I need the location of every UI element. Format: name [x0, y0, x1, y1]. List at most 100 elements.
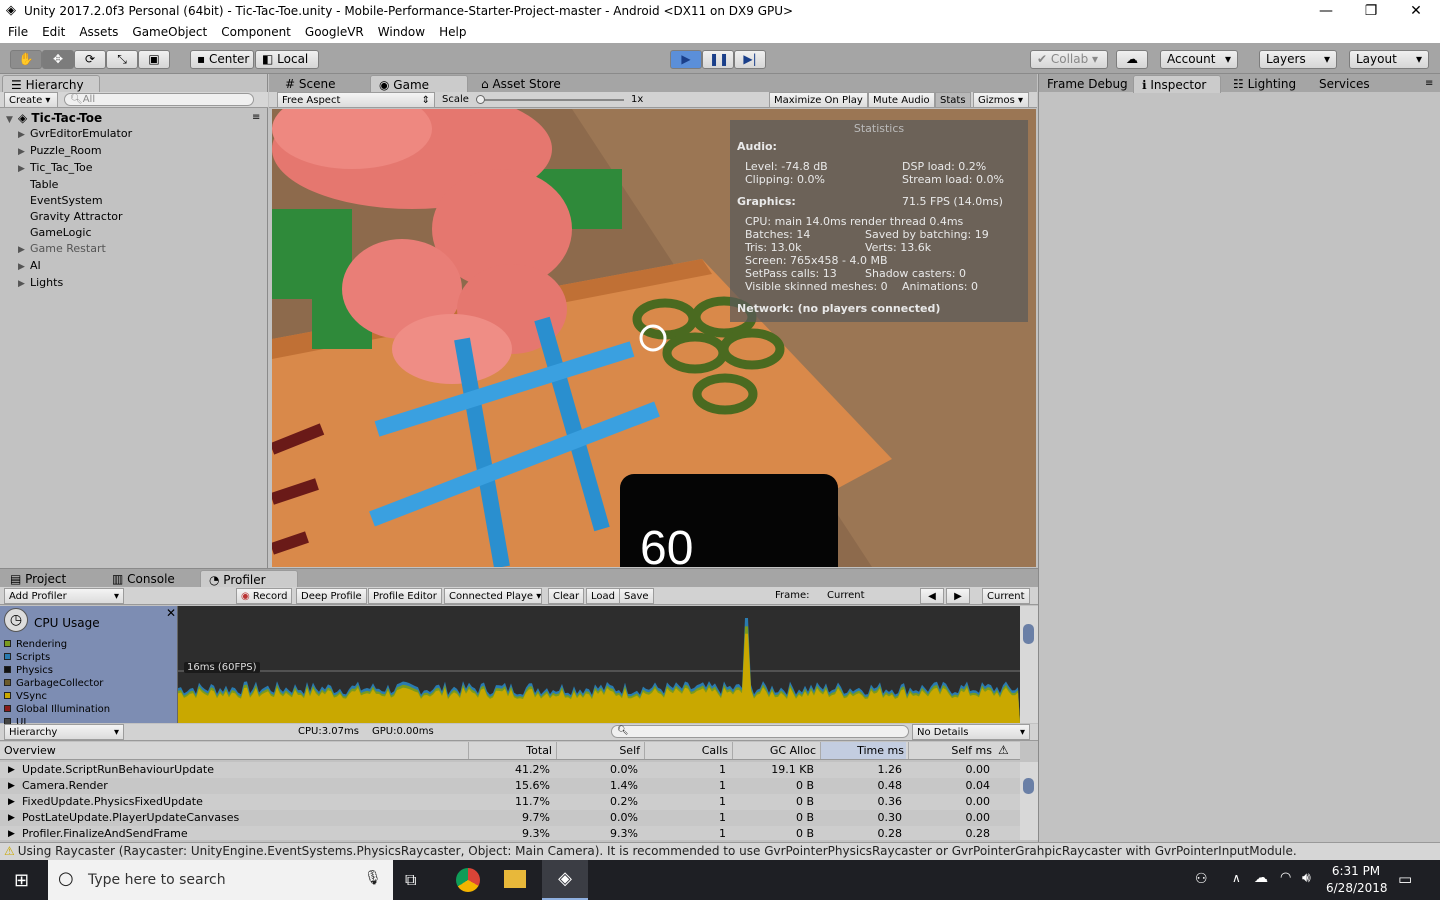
rows-scrollbar[interactable] [1020, 762, 1038, 840]
collab-button[interactable]: ✔ Collab ▾ [1030, 50, 1108, 69]
account-dropdown[interactable]: Account ▾ [1160, 50, 1238, 69]
add-profiler-dropdown[interactable]: Add Profiler ▾ [4, 588, 124, 604]
record-button[interactable]: ◉ Record [236, 588, 293, 604]
col-total[interactable]: Total [468, 742, 554, 759]
legend-item[interactable]: UI [0, 716, 178, 724]
tab-lighting[interactable]: ☷ Lighting [1225, 75, 1306, 93]
hierarchy-item[interactable]: GameLogic [18, 225, 132, 241]
file-explorer-icon[interactable] [504, 870, 526, 888]
warning-icon[interactable]: ⚠ [998, 742, 1009, 759]
clock[interactable]: 6:31 PM 6/28/2018 [1326, 863, 1388, 897]
people-icon[interactable]: ⚇ [1195, 871, 1208, 887]
hierarchy-item[interactable]: ▶ Game Restart [18, 241, 132, 258]
table-row[interactable]: ▶ FixedUpdate.PhysicsFixedUpdate 11.7% 0.2%… [0, 794, 1020, 810]
tab-services[interactable]: Services [1311, 75, 1380, 93]
hierarchy-item[interactable]: ▶ GvrEditorEmulator [18, 126, 132, 143]
expand-arrow-icon[interactable]: ▶ [8, 762, 15, 778]
microphone-icon[interactable]: 🎙︎ [364, 870, 382, 886]
hierarchy-item[interactable]: Table [18, 177, 132, 193]
menu-assets[interactable]: Assets [71, 23, 124, 39]
legend-item[interactable]: VSync [0, 690, 178, 703]
tab-inspector[interactable]: ℹ Inspector [1133, 75, 1221, 93]
hierarchy-search-input[interactable]: 🔍︎All [64, 93, 254, 106]
aspect-dropdown[interactable]: Free Aspect ⇕ [277, 92, 435, 108]
hierarchy-item[interactable]: Gravity Attractor [18, 209, 132, 225]
hierarchy-item[interactable]: ▶ AI [18, 258, 132, 275]
tab-project[interactable]: ▤ Project [2, 570, 76, 588]
menu-component[interactable]: Component [213, 23, 297, 39]
tab-asset-store[interactable]: ⌂ Asset Store [473, 75, 571, 93]
profile-editor-button[interactable]: Profile Editor [368, 588, 442, 604]
view-dropdown[interactable]: Hierarchy ▾ [4, 724, 124, 740]
load-button[interactable]: Load [586, 588, 620, 604]
menu-icon[interactable]: ≡ [252, 112, 260, 123]
col-overview[interactable]: Overview [4, 742, 56, 759]
play-button[interactable]: ▶ [670, 50, 702, 69]
col-gc-alloc[interactable]: GC Alloc [732, 742, 818, 759]
unity-taskbar-icon[interactable]: ◈ [542, 860, 588, 900]
maximize-button[interactable]: ❐ [1348, 0, 1394, 23]
stats-toggle[interactable]: Stats [935, 92, 971, 108]
pivot-local-button[interactable]: ◧ Local [255, 50, 319, 69]
create-dropdown[interactable]: Create ▾ [4, 92, 58, 108]
legend-item[interactable]: Physics [0, 664, 178, 677]
tab-hierarchy[interactable]: ☰ Hierarchy [2, 75, 100, 93]
pause-button[interactable]: ❚❚ [702, 50, 734, 69]
hand-tool-icon[interactable]: ✋ [10, 50, 42, 69]
connected-player-dropdown[interactable]: Connected Playe ▾ [444, 588, 542, 604]
cpu-graph[interactable]: 16ms (60FPS) [178, 606, 1020, 723]
tab-console[interactable]: ▥ Console [104, 570, 185, 588]
tab-scene[interactable]: # Scene [277, 75, 345, 93]
scale-slider-track[interactable] [479, 99, 624, 101]
pivot-center-button[interactable]: ▪ Center [190, 50, 254, 69]
cpu-usage-title[interactable]: CPU Usage [34, 616, 100, 630]
gizmos-dropdown[interactable]: Gizmos ▾ [973, 92, 1029, 108]
mute-audio-toggle[interactable]: Mute Audio [868, 92, 935, 108]
tab-game[interactable]: ◉ Game [370, 75, 468, 93]
rect-tool-icon[interactable]: ▣ [138, 50, 170, 69]
expand-arrow-icon[interactable]: ▶ [8, 794, 15, 810]
chevron-up-icon[interactable]: ∧ [1232, 871, 1241, 885]
close-icon[interactable]: ✕ [166, 606, 176, 620]
tab-profiler[interactable]: ◔ Profiler [200, 570, 298, 588]
status-bar[interactable]: ⚠ Using Raycaster (Raycaster: UnityEngine… [0, 842, 1440, 860]
menu-window[interactable]: Window [370, 23, 431, 39]
table-row[interactable]: ▶ PostLateUpdate.PlayerUpdateCanvases 9.7%… [0, 810, 1020, 826]
taskbar-search-box[interactable]: ○ Type here to search 🎙︎ [48, 860, 393, 900]
rotate-tool-icon[interactable]: ⟳ [74, 50, 106, 69]
layers-dropdown[interactable]: Layers ▾ [1259, 50, 1337, 69]
move-tool-icon[interactable]: ✥ [42, 50, 74, 69]
menu-file[interactable]: File [0, 23, 34, 39]
minimize-button[interactable]: — [1303, 0, 1349, 23]
clear-button[interactable]: Clear [548, 588, 585, 604]
network-icon[interactable]: ◠ [1280, 870, 1291, 885]
legend-item[interactable]: Rendering [0, 638, 178, 651]
onedrive-icon[interactable]: ☁ [1254, 870, 1268, 886]
profiler-search-input[interactable]: 🔍︎ [611, 725, 909, 738]
rows-scrollbar-thumb[interactable] [1023, 778, 1034, 794]
expand-arrow-icon[interactable]: ▶ [8, 826, 15, 840]
expand-arrow-icon[interactable]: ▶ [8, 810, 15, 826]
deep-profile-button[interactable]: Deep Profile [296, 588, 367, 604]
hierarchy-item[interactable]: ▶ Lights [18, 275, 132, 292]
maximize-on-play-toggle[interactable]: Maximize On Play [769, 92, 868, 108]
current-frame-button[interactable]: Current [982, 588, 1030, 604]
legend-item[interactable]: Scripts [0, 651, 178, 664]
menu-gameobject[interactable]: GameObject [124, 23, 213, 39]
legend-item[interactable]: GarbageCollector [0, 677, 178, 690]
windows-start-icon[interactable]: ⊞ [14, 870, 29, 891]
graph-scrollbar[interactable] [1020, 606, 1038, 723]
col-self[interactable]: Self [556, 742, 642, 759]
scale-slider-thumb[interactable] [476, 95, 485, 104]
col-calls[interactable]: Calls [644, 742, 730, 759]
close-button[interactable]: ✕ [1393, 0, 1439, 23]
table-row[interactable]: ▶ Camera.Render 15.6% 1.4% 1 0 B 0.48 0.04 [0, 778, 1020, 794]
details-dropdown[interactable]: No Details ▾ [912, 724, 1030, 740]
menu-edit[interactable]: Edit [34, 23, 71, 39]
menu-icon[interactable]: ≡ [1425, 78, 1433, 89]
table-row[interactable]: ▶ Update.ScriptRunBehaviourUpdate 41.2% 0.0… [0, 762, 1020, 778]
notifications-icon[interactable]: ▭ [1398, 870, 1412, 888]
menu-googlevr[interactable]: GoogleVR [297, 23, 370, 39]
hierarchy-item[interactable]: ▶ Tic_Tac_Toe [18, 160, 132, 177]
table-row[interactable]: ▶ Profiler.FinalizeAndSendFrame 9.3% 9.3% 1 0… [0, 826, 1020, 840]
